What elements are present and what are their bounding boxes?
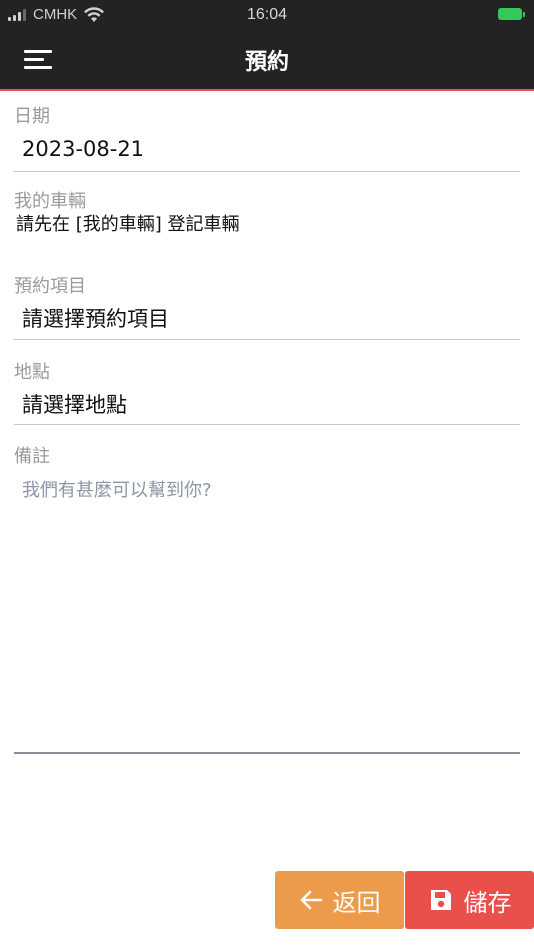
service-item-underline — [14, 339, 520, 340]
status-bar: CMHK 16:04 — [0, 0, 534, 30]
status-time: 16:04 — [246, 6, 288, 23]
back-button[interactable]: 返回 — [275, 871, 404, 929]
battery-icon — [498, 8, 525, 20]
floppy-disk-icon — [428, 887, 454, 913]
app-header: 預約 — [0, 30, 534, 91]
vehicle-message: 請先在 [我的車輛] 登記車輛 — [16, 214, 240, 235]
location-field[interactable]: 地點 請選擇地點 — [14, 362, 520, 420]
location-underline — [14, 424, 520, 425]
location-select[interactable]: 請選擇地點 — [22, 390, 520, 420]
date-value[interactable]: 2023-08-21 — [22, 134, 520, 164]
remarks-placeholder: 我們有甚麼可以幫到你? — [22, 480, 212, 501]
save-button-label: 儲存 — [463, 888, 512, 917]
remarks-textarea[interactable]: 備註 我們有甚麼可以幫到你? — [14, 446, 520, 754]
vehicle-section: 我的車輛 請先在 [我的車輛] 登記車輛 — [14, 191, 520, 237]
location-label: 地點 — [14, 362, 50, 383]
save-button[interactable]: 儲存 — [405, 871, 534, 929]
remarks-label: 備註 — [14, 446, 50, 467]
service-item-field[interactable]: 預約項目 請選擇預約項目 — [14, 276, 520, 334]
service-item-label: 預約項目 — [14, 276, 86, 297]
service-item-select[interactable]: 請選擇預約項目 — [22, 304, 520, 334]
vehicle-label: 我的車輛 — [14, 191, 86, 212]
arrow-left-icon — [299, 889, 323, 911]
date-underline — [14, 171, 520, 172]
date-label: 日期 — [14, 106, 50, 127]
page-title: 預約 — [244, 50, 289, 75]
back-button-label: 返回 — [332, 888, 381, 917]
date-field[interactable]: 日期 2023-08-21 — [14, 106, 520, 164]
